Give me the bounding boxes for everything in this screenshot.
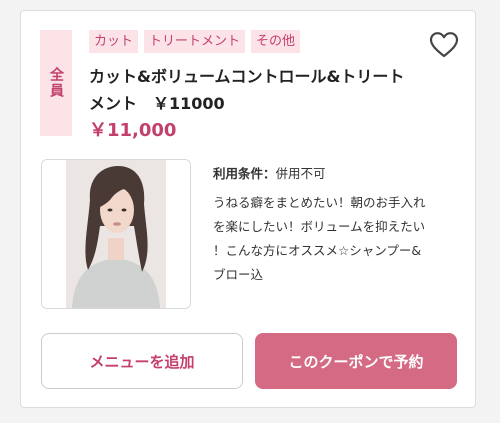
target-badge: 全員 xyxy=(40,30,72,136)
conditions-value: 併用不可 xyxy=(275,166,326,181)
description-line: を楽にしたい！ボリュームを抑えたい xyxy=(213,219,426,234)
conditions-label: 利用条件： xyxy=(213,166,276,181)
description-line: ！こんな方にオススメ☆シャンプー& xyxy=(213,243,422,258)
coupon-price: ￥11,000 xyxy=(89,120,177,141)
tag-treatment: トリートメント xyxy=(144,30,246,53)
model-photo-image xyxy=(42,160,190,308)
favorite-heart-icon[interactable] xyxy=(429,31,459,59)
coupon-title-line1: カット&ボリュームコントロール&トリート xyxy=(89,67,405,86)
reserve-with-coupon-button[interactable]: このクーポンで予約 xyxy=(255,333,457,389)
description-line: ブロー込 xyxy=(213,267,264,282)
coupon-title: カット&ボリュームコントロール&トリート メント ￥11000 xyxy=(89,63,419,117)
description-line: うねる癖をまとめたい！朝のお手入れ xyxy=(213,195,426,210)
coupon-description: うねる癖をまとめたい！朝のお手入れ を楽にしたい！ボリュームを抑えたい ！こんな… xyxy=(213,191,461,287)
usage-conditions: 利用条件：併用不可 xyxy=(213,163,326,182)
add-menu-button[interactable]: メニューを追加 xyxy=(41,333,243,389)
tag-other: その他 xyxy=(251,30,301,53)
coupon-card: 全員 カット トリートメント その他 カット&ボリュームコントロール&トリート … xyxy=(20,10,476,408)
tag-list: カット トリートメント その他 xyxy=(89,30,301,53)
stylist-model-photo xyxy=(41,159,191,309)
tag-cut: カット xyxy=(89,30,139,53)
coupon-title-line2: メント ￥11000 xyxy=(89,94,225,113)
